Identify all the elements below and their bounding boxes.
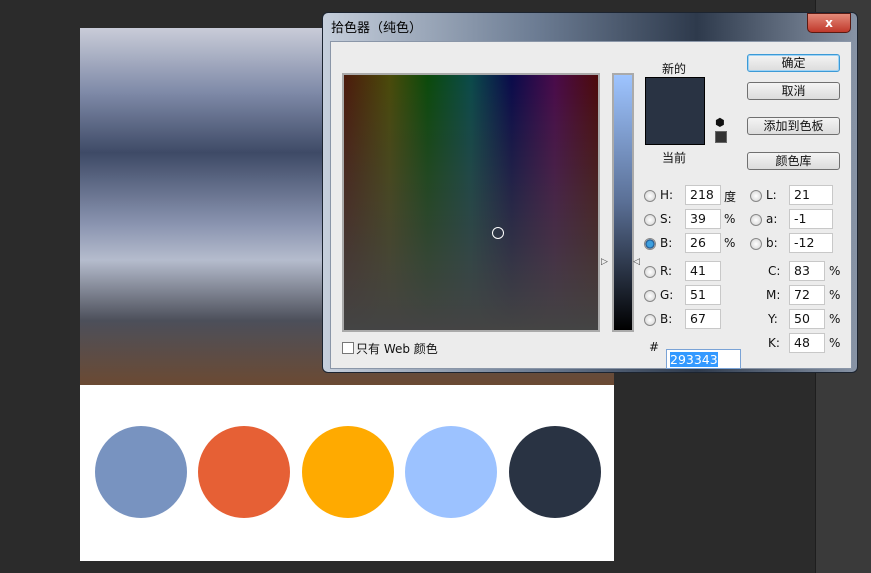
l-label: L: xyxy=(766,188,777,202)
color-field[interactable] xyxy=(342,73,600,332)
h-label: H: xyxy=(660,188,674,202)
b-lab-input[interactable]: -12 xyxy=(789,233,833,253)
r-input[interactable]: 41 xyxy=(685,261,721,281)
web-safe-icon[interactable] xyxy=(715,131,727,143)
swatch-circle-4 xyxy=(405,426,497,518)
radio-s[interactable] xyxy=(644,214,656,226)
b-lab-label: b: xyxy=(766,236,778,250)
slider-arrow-left-icon[interactable]: ▷ xyxy=(601,257,608,267)
web-colors-checkbox[interactable] xyxy=(342,342,354,354)
hex-input[interactable]: 293343 xyxy=(666,349,741,369)
radio-blue[interactable] xyxy=(644,314,656,326)
blue-input[interactable]: 67 xyxy=(685,309,721,329)
m-unit: % xyxy=(829,288,841,302)
cancel-button[interactable]: 取消 xyxy=(747,82,840,100)
radio-h[interactable] xyxy=(644,190,656,202)
m-input[interactable]: 72 xyxy=(789,285,825,305)
g-input[interactable]: 51 xyxy=(685,285,721,305)
k-unit: % xyxy=(829,336,841,350)
brightness-label: B: xyxy=(660,236,673,250)
c-input[interactable]: 83 xyxy=(789,261,825,281)
blue-label: B: xyxy=(660,312,673,326)
hex-label: # xyxy=(649,340,660,354)
close-button[interactable]: x xyxy=(807,13,851,33)
current-label: 当前 xyxy=(662,151,687,165)
radio-g[interactable] xyxy=(644,290,656,302)
color-preview xyxy=(645,77,705,145)
h-unit: 度 xyxy=(724,190,737,204)
m-label: M: xyxy=(766,288,781,302)
a-label: a: xyxy=(766,212,778,226)
y-input[interactable]: 50 xyxy=(789,309,825,329)
web-colors-label: 只有 Web 颜色 xyxy=(356,342,438,356)
k-input[interactable]: 48 xyxy=(789,333,825,353)
new-label: 新的 xyxy=(662,62,687,76)
hue-slider[interactable] xyxy=(612,73,634,332)
gamut-cube-icon[interactable]: ⬢ xyxy=(715,116,725,129)
l-input[interactable]: 21 xyxy=(789,185,833,205)
color-marker[interactable] xyxy=(492,227,504,239)
radio-b-lab[interactable] xyxy=(750,238,762,250)
radio-brightness[interactable] xyxy=(644,238,656,250)
swatch-circle-3 xyxy=(302,426,394,518)
g-label: G: xyxy=(660,288,674,302)
k-label: K: xyxy=(768,336,780,350)
dialog-body: ▷ ◁ 新的 当前 ⬢ 确定 取消 添加到色板 颜色库 H: 218 度 S: … xyxy=(330,41,852,369)
swatch-circle-2 xyxy=(198,426,290,518)
radio-l[interactable] xyxy=(750,190,762,202)
h-input[interactable]: 218 xyxy=(685,185,721,205)
hex-value: 293343 xyxy=(670,352,718,367)
radio-r[interactable] xyxy=(644,266,656,278)
swatch-circle-5 xyxy=(509,426,601,518)
dialog-title: 拾色器（纯色） xyxy=(331,21,423,36)
r-label: R: xyxy=(660,264,673,278)
slider-arrow-right-icon[interactable]: ◁ xyxy=(633,257,640,267)
ok-button[interactable]: 确定 xyxy=(747,54,840,72)
brightness-unit: % xyxy=(724,236,736,250)
color-libraries-button[interactable]: 颜色库 xyxy=(747,152,840,170)
c-label: C: xyxy=(768,264,781,278)
c-unit: % xyxy=(829,264,841,278)
s-label: S: xyxy=(660,212,672,226)
radio-a[interactable] xyxy=(750,214,762,226)
swatch-circle-1 xyxy=(95,426,187,518)
s-unit: % xyxy=(724,212,736,226)
color-picker-dialog: 拾色器（纯色） x ▷ ◁ 新的 当前 ⬢ 确定 取消 添加到色板 颜色库 H:… xyxy=(322,12,858,373)
a-input[interactable]: -1 xyxy=(789,209,833,229)
add-to-swatches-button[interactable]: 添加到色板 xyxy=(747,117,840,135)
brightness-input[interactable]: 26 xyxy=(685,233,721,253)
y-label: Y: xyxy=(768,312,778,326)
y-unit: % xyxy=(829,312,841,326)
s-input[interactable]: 39 xyxy=(685,209,721,229)
